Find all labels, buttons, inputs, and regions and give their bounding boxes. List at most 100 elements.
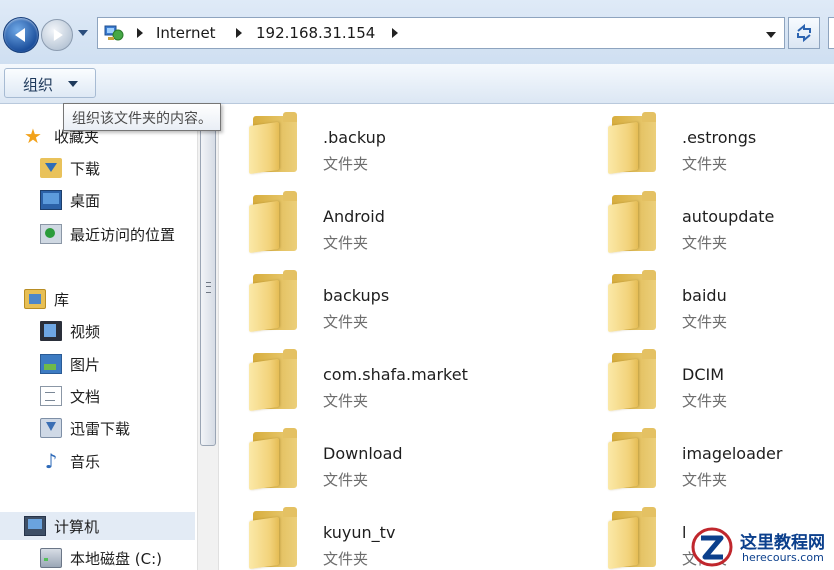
local-disk-icon xyxy=(40,548,62,568)
watermark-logo-icon xyxy=(691,527,733,567)
folder-name: autoupdate xyxy=(682,207,775,226)
network-icon xyxy=(104,25,124,41)
sidebar-item-label: 计算机 xyxy=(54,517,100,536)
folder-item[interactable]: Android 文件夹 xyxy=(219,183,519,255)
organize-button[interactable]: 组织 xyxy=(4,68,96,98)
folder-item[interactable]: .backup 文件夹 xyxy=(219,104,519,176)
folder-type: 文件夹 xyxy=(323,313,369,331)
sidebar-item-videos[interactable]: 视频 xyxy=(40,317,100,345)
xunlei-download-icon xyxy=(40,418,62,438)
folder-icon xyxy=(249,507,301,570)
file-list: .backup 文件夹 .estrongs 文件夹 Android 文件夹 au… xyxy=(219,104,834,570)
folder-type: 文件夹 xyxy=(682,155,728,173)
folder-name: Android xyxy=(323,207,385,226)
breadcrumb-separator-icon[interactable] xyxy=(236,28,242,38)
breadcrumb-host[interactable]: 192.168.31.154 xyxy=(256,24,375,42)
folder-type: 文件夹 xyxy=(682,471,728,489)
folder-type: 文件夹 xyxy=(682,234,728,252)
sidebar-item-xunlei-downloads[interactable]: 迅雷下载 xyxy=(40,414,130,442)
folder-name: backups xyxy=(323,286,390,305)
sidebar-item-pictures[interactable]: 图片 xyxy=(40,350,100,378)
folder-name: Download xyxy=(323,444,403,463)
favorites-star-icon: ★ xyxy=(24,124,42,148)
sidebar-item-documents[interactable]: 文档 xyxy=(40,382,100,410)
watermark-title: 这里教程网 xyxy=(740,533,825,553)
folder-item[interactable]: DCIM 文件夹 xyxy=(578,341,834,413)
folder-icon xyxy=(249,112,301,175)
libraries-icon xyxy=(24,289,46,309)
folder-item[interactable]: baidu 文件夹 xyxy=(578,262,834,334)
address-bar-area: Internet 192.168.31.154 xyxy=(0,0,834,64)
folder-name: imageloader xyxy=(682,444,783,463)
recent-places-icon xyxy=(40,224,62,244)
sidebar-scrollbar[interactable] xyxy=(197,104,219,570)
sidebar-item-desktop[interactable]: 桌面 xyxy=(40,186,100,214)
folder-name: kuyun_tv xyxy=(323,523,396,542)
sidebar-item-libraries[interactable]: 库 xyxy=(24,285,69,313)
refresh-icon xyxy=(797,23,811,43)
site-watermark: 这里教程网 herecours.com xyxy=(688,524,834,570)
folder-name: baidu xyxy=(682,286,727,305)
folder-name: .backup xyxy=(323,128,386,147)
folder-item[interactable]: com.shafa.market 文件夹 xyxy=(219,341,519,413)
back-arrow-icon xyxy=(15,28,25,42)
folder-icon xyxy=(608,507,660,570)
sidebar-scroll-thumb[interactable] xyxy=(200,128,216,446)
organize-label: 组织 xyxy=(23,76,54,94)
sidebar-item-label: 图片 xyxy=(70,355,101,374)
sidebar-item-label: 本地磁盘 (C:) xyxy=(70,549,162,568)
folder-icon xyxy=(608,191,660,254)
computer-icon xyxy=(24,516,46,536)
command-toolbar: 组织 xyxy=(0,64,834,104)
pictures-icon xyxy=(40,354,62,374)
address-input[interactable]: Internet 192.168.31.154 xyxy=(97,17,785,49)
folder-type: 文件夹 xyxy=(323,471,369,489)
search-box[interactable] xyxy=(828,17,834,49)
folder-item[interactable]: .estrongs 文件夹 xyxy=(578,104,834,176)
folder-icon xyxy=(249,349,301,412)
sidebar-item-local-disk-c[interactable]: 本地磁盘 (C:) xyxy=(40,544,162,570)
sidebar-item-label: 文档 xyxy=(70,387,101,406)
folder-item[interactable]: kuyun_tv 文件夹 xyxy=(219,499,519,570)
sidebar-item-recent-places[interactable]: 最近访问的位置 xyxy=(40,220,175,248)
downloads-icon xyxy=(40,158,62,178)
folder-icon xyxy=(608,428,660,491)
sidebar-item-label: 库 xyxy=(54,290,70,309)
sidebar-item-music[interactable]: ♪ 音乐 xyxy=(40,447,100,475)
documents-icon xyxy=(40,386,62,406)
breadcrumb-separator-icon[interactable] xyxy=(137,28,143,38)
folder-name: DCIM xyxy=(682,365,725,384)
sidebar-item-computer[interactable]: 计算机 xyxy=(0,512,195,540)
folder-icon xyxy=(249,270,301,333)
sidebar-item-downloads[interactable]: 下载 xyxy=(40,154,100,182)
breadcrumb-internet[interactable]: Internet xyxy=(156,24,216,42)
grip-icon xyxy=(206,282,211,293)
chevron-down-icon xyxy=(68,81,78,87)
music-icon: ♪ xyxy=(44,449,58,473)
navigation-pane: ★ 收藏夹 下载 桌面 最近访问的位置 库 视频 图片 文档 迅雷下载 ♪ 音乐… xyxy=(0,104,197,570)
sidebar-item-label: 最近访问的位置 xyxy=(70,225,176,244)
sidebar-item-label: 视频 xyxy=(70,322,101,341)
watermark-url: herecours.com xyxy=(742,551,824,564)
folder-icon xyxy=(608,270,660,333)
back-button[interactable] xyxy=(3,17,39,53)
folder-item[interactable]: imageloader 文件夹 xyxy=(578,420,834,492)
forward-arrow-icon xyxy=(53,29,63,41)
desktop-icon xyxy=(40,190,62,210)
folder-item[interactable]: Download 文件夹 xyxy=(219,420,519,492)
folder-icon xyxy=(249,191,301,254)
sidebar-item-label: 下载 xyxy=(70,159,101,178)
folder-type: 文件夹 xyxy=(323,155,369,173)
organize-tooltip: 组织该文件夹的内容。 xyxy=(63,103,221,131)
address-history-dropdown-icon[interactable] xyxy=(766,32,776,38)
sidebar-item-label: 音乐 xyxy=(70,452,101,471)
recent-pages-dropdown-icon[interactable] xyxy=(78,30,88,36)
forward-button[interactable] xyxy=(41,19,73,51)
refresh-button[interactable] xyxy=(788,17,820,49)
folder-name: com.shafa.market xyxy=(323,365,468,384)
folder-item[interactable]: autoupdate 文件夹 xyxy=(578,183,834,255)
breadcrumb-separator-icon[interactable] xyxy=(392,28,398,38)
sidebar-item-label: 迅雷下载 xyxy=(70,419,131,438)
folder-item[interactable]: backups 文件夹 xyxy=(219,262,519,334)
folder-type: 文件夹 xyxy=(682,392,728,410)
